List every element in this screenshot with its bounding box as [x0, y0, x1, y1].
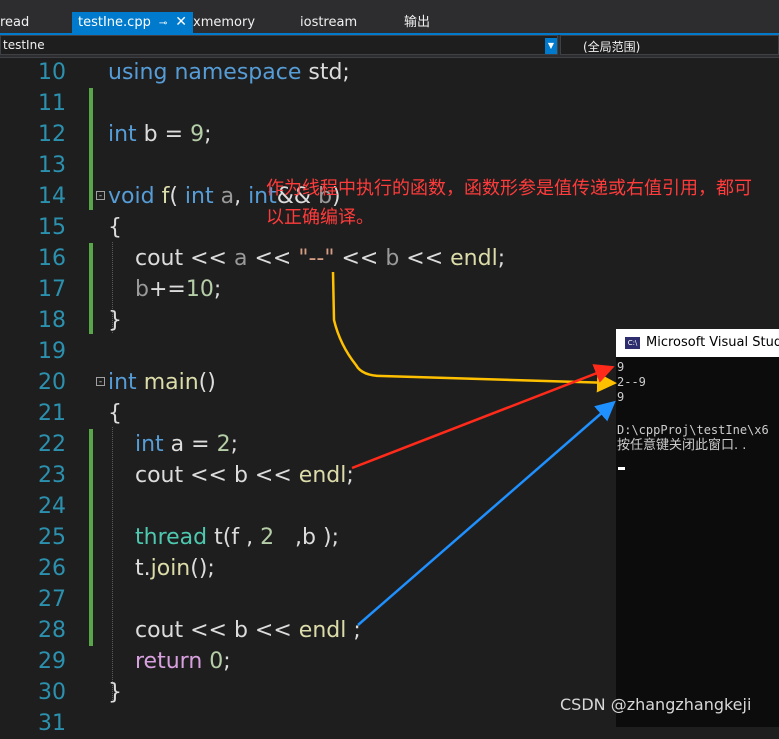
line-number: 10 — [38, 60, 66, 85]
navigation-bar: testIne ▼ (全局范围) — [0, 35, 779, 58]
line-number: 20 — [38, 370, 66, 395]
pin-icon[interactable]: ⊸ — [159, 18, 167, 29]
scope-dropdown[interactable]: testIne ▼ — [0, 35, 558, 55]
console-cursor — [618, 467, 625, 470]
code-line: 12 int b = 9; — [0, 119, 779, 150]
code-line: 17 b+=10; — [0, 274, 779, 305]
line-number: 26 — [38, 556, 66, 581]
line-number: 19 — [38, 339, 66, 364]
watermark: CSDN @zhangzhangkeji — [560, 695, 752, 714]
annotation-text: 作为线程中执行的函数，函数形参是值传递或右值引用，都可以正确编译。 — [266, 178, 752, 228]
line-number: 13 — [38, 153, 66, 178]
console-app-icon: C:\ — [625, 337, 640, 349]
line-number: 11 — [38, 91, 66, 116]
code-line: 16 cout << a << "--" << b << endl; — [0, 243, 779, 274]
tab-thread[interactable]: read — [0, 12, 29, 33]
line-number: 14 — [38, 184, 66, 209]
line-number: 16 — [38, 246, 66, 271]
tab-output[interactable]: 输出 — [404, 12, 430, 33]
line-number: 24 — [38, 494, 66, 519]
line-number: 18 — [38, 308, 66, 333]
close-icon[interactable]: ✕ — [175, 14, 187, 30]
line-number: 28 — [38, 618, 66, 643]
tab-label: testIne.cpp — [78, 15, 151, 30]
line-number: 31 — [38, 711, 66, 736]
function-dropdown[interactable]: (全局范围) — [560, 35, 779, 55]
console-output-line: 9 — [617, 360, 625, 374]
debug-console-window[interactable]: C:\ Microsoft Visual Studio 9 2--9 9 D:\… — [616, 329, 779, 727]
scope-label: testIne — [3, 38, 45, 52]
line-number: 25 — [38, 525, 66, 550]
line-number: 30 — [38, 680, 66, 705]
line-number: 17 — [38, 277, 66, 302]
line-number: 12 — [38, 122, 66, 147]
console-output-line: 2--9 — [617, 375, 646, 389]
chevron-down-icon[interactable]: ▼ — [545, 38, 557, 54]
line-number: 27 — [38, 587, 66, 612]
line-number: 15 — [38, 215, 66, 240]
tab-iostream[interactable]: iostream — [300, 12, 357, 33]
code-line: 11 — [0, 88, 779, 119]
tab-xmemory[interactable]: xmemory — [193, 12, 255, 33]
console-output-line: 9 — [617, 390, 625, 404]
console-title: Microsoft Visual Studio — [646, 335, 779, 350]
line-number: 23 — [38, 463, 66, 488]
tab-testine-cpp[interactable]: testIne.cpp ⊸ ✕ — [72, 12, 193, 33]
line-number: 29 — [38, 649, 66, 674]
function-label: (全局范围) — [583, 40, 641, 54]
tab-bar: read testIne.cpp ⊸ ✕ xmemory iostream 输出 — [0, 0, 779, 33]
code-line: 10 using namespace std; — [0, 57, 779, 88]
console-output-line: 按任意键关闭此窗口. . — [617, 438, 747, 453]
line-number: 22 — [38, 432, 66, 457]
console-title-bar[interactable]: C:\ Microsoft Visual Studio — [616, 329, 779, 357]
console-output-line: D:\cppProj\testIne\x6 — [617, 423, 769, 437]
line-number: 21 — [38, 401, 66, 426]
